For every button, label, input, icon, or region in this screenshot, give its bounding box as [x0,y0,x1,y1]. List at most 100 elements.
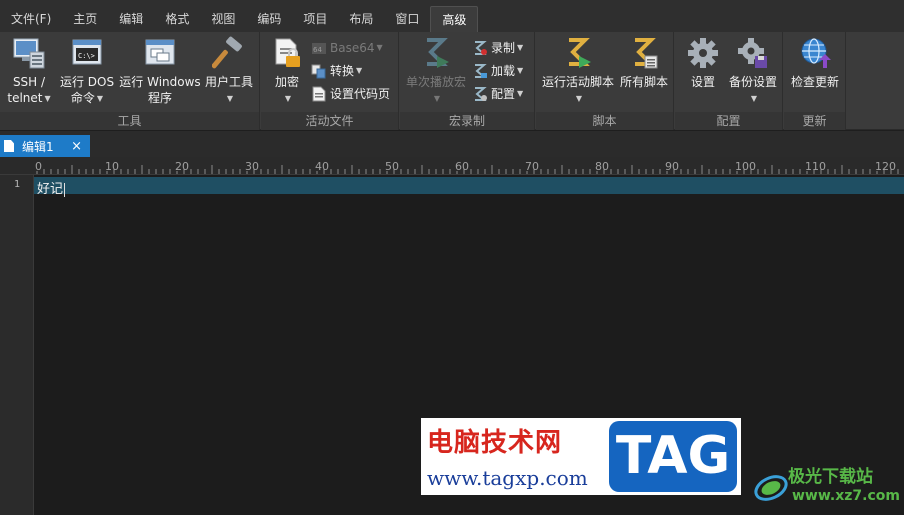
backup-gear-icon [738,38,767,68]
ssh-telnet-button[interactable]: SSH / telnet ▼ [4,36,54,107]
menu-window[interactable]: 窗口 [384,6,430,32]
run-active-script-label: 运行活动脚本 [541,75,614,89]
group-label-active-file: 活动文件 [261,112,398,130]
group-label-macro: 宏录制 [400,112,534,130]
group-label-update: 更新 [784,112,845,130]
encrypt-button[interactable]: 加密 ▼ [267,36,307,107]
run-active-script-button[interactable]: 运行活动脚本 ▼ [540,36,616,107]
watermark2-url: www.xz7.com [792,488,900,504]
ruler-label: 40 [315,160,329,173]
all-scripts-button[interactable]: 所有脚本 [618,36,670,90]
win-label-line2: 程序 [147,91,172,105]
ruler-label: 10 [105,160,119,173]
menu-home[interactable]: 主页 [62,6,108,32]
editor-line[interactable]: 好记 [37,178,66,197]
aurora-logo-icon [754,475,788,501]
macro-record-icon [475,41,487,55]
dos-label-line2: 命令 ▼ [70,91,104,105]
gear-icon [688,38,718,68]
ruler-ticks: 0 10 20 30 40 50 60 70 80 90 100 110 120 [35,160,899,174]
encrypt-label: 加密 [274,75,299,89]
group-label-config: 配置 [675,112,782,130]
windows-program-icon [145,39,175,65]
globe-update-icon [801,38,831,68]
config-macro-button[interactable]: 配置 ▼ [472,84,523,104]
watermark-xz7: 极光下载站 www.xz7.com [752,462,902,512]
menu-format[interactable]: 格式 [154,6,200,32]
menu-view[interactable]: 视图 [200,6,246,32]
load-macro-button[interactable]: 加载 ▼ [472,61,523,81]
play-macro-once-button[interactable]: 单次播放宏 ▼ [404,36,468,107]
backup-settings-button[interactable]: 备份设置 ▼ [727,36,779,107]
user-tools-label: 用户工具 [204,75,253,89]
menu-advanced[interactable]: 高级 [430,6,479,32]
caret-down-icon: ▼ [575,93,583,103]
ruler-label: 20 [175,160,189,173]
close-icon[interactable]: × [71,139,82,154]
watermark-tagxp: 电脑技术网 www.tagxp.com TAG [421,418,741,495]
convert-icon [311,64,326,79]
group-active-file: 加密 ▼ 64 Base64 ▼ 转换 ▼ 设置代码页 活动文件 [261,32,399,130]
watermark-site-title: 电脑技术网 [427,428,563,458]
menu-file[interactable]: 文件(F) [0,6,62,32]
svg-text:C:\>: C:\> [78,52,95,60]
active-line-highlight [34,177,904,194]
ruler-label: 60 [455,160,469,173]
watermark2-title: 极光下载站 [788,467,873,487]
codepage-icon [312,86,326,102]
ribbon: SSH / telnet ▼ C:\> 运行 DOS 命令 ▼ 运行 Windows… [0,32,904,130]
settings-label: 设置 [690,75,715,89]
ssh-label-line2: telnet ▼ [7,91,51,105]
line-number-gutter: 1 [0,175,34,515]
watermark-tag-logo: TAG [609,421,737,492]
document-tab[interactable]: 编辑1 × [0,135,90,157]
ruler-label: 90 [665,160,679,173]
caret-down-icon: ▼ [96,93,104,103]
encrypt-lock-icon [275,38,300,67]
menu-project[interactable]: 项目 [292,6,338,32]
group-label-tools: 工具 [0,112,259,130]
group-script: 运行活动脚本 ▼ 所有脚本 脚本 [536,32,674,130]
run-windows-program-button[interactable]: 运行 Windows 程序 [118,36,202,106]
caret-down-icon: ▼ [284,93,292,103]
caret-down-icon: ▼ [517,66,524,75]
ruler-label: 80 [595,160,609,173]
ruler: 0 10 20 30 40 50 60 70 80 90 100 110 120 [0,157,904,175]
caret-down-icon: ▼ [356,66,363,75]
line-number: 1 [13,179,20,190]
ruler-label: 110 [805,160,826,173]
backup-settings-label: 备份设置 [728,75,777,89]
document-tab-title: 编辑1 [22,139,54,154]
dos-label-line1: 运行 DOS [59,75,115,89]
macro-load-icon [475,64,487,78]
caret-down-icon: ▼ [44,93,51,103]
base64-button[interactable]: 64 Base64 ▼ [311,38,383,58]
menu-layout[interactable]: 布局 [338,6,384,32]
check-update-label: 检查更新 [790,75,839,89]
all-scripts-icon [635,38,658,69]
ruler-label: 50 [385,160,399,173]
user-tools-button[interactable]: 用户工具 ▼ [202,36,256,107]
menu-edit[interactable]: 编辑 [108,6,154,32]
monitor-icon [13,38,45,69]
set-codepage-button[interactable]: 设置代码页 [311,84,390,104]
menu-bar: 文件(F) 主页 编辑 格式 视图 编码 项目 布局 窗口 高级 [0,0,904,32]
ruler-label: 0 [35,160,42,173]
caret-down-icon: ▼ [376,43,383,52]
check-update-button[interactable]: 检查更新 [786,36,844,90]
group-update: 检查更新 更新 [784,32,846,130]
run-dos-button[interactable]: C:\> 运行 DOS 命令 ▼ [58,36,116,107]
menu-encoding[interactable]: 编码 [246,6,292,32]
ruler-label: 120 [875,160,896,173]
base64-icon: 64 [312,43,326,54]
group-macro: 单次播放宏 ▼ 录制 ▼ 加载 ▼ 配置 ▼ 宏录制 [400,32,535,130]
caret-down-icon: ▼ [433,93,441,103]
group-config: 设置 备份设置 ▼ 配置 [675,32,783,130]
settings-button[interactable]: 设置 [683,36,723,90]
editor-line-text: 好记 [37,182,64,197]
record-macro-button[interactable]: 录制 ▼ [472,38,523,58]
convert-button[interactable]: 转换 ▼ [311,61,362,81]
ssh-label-line1: SSH / [12,75,46,89]
caret-down-icon: ▼ [226,93,234,103]
play-macro-once-label: 单次播放宏 [405,75,466,89]
